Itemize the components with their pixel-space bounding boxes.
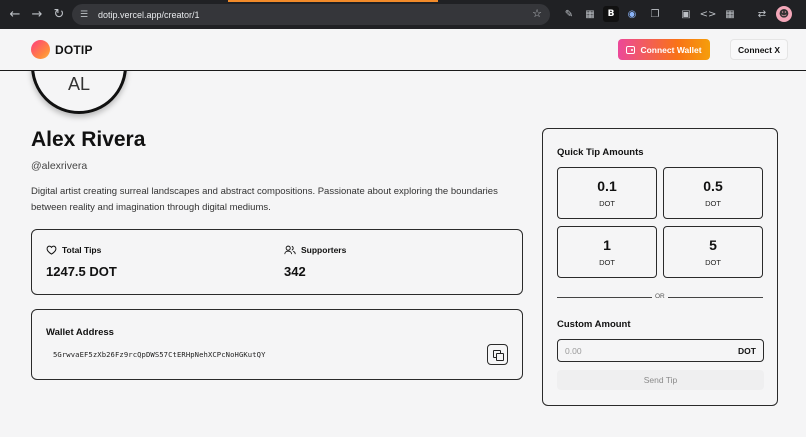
- connect-wallet-label: Connect Wallet: [640, 44, 702, 55]
- translate-icon[interactable]: ▣: [678, 6, 694, 22]
- reload-icon[interactable]: ↻: [50, 6, 68, 24]
- supporters-label: Supporters: [301, 245, 347, 255]
- send-tip-button[interactable]: Send Tip: [557, 370, 764, 390]
- wallet-card: Wallet Address 5GrwvaEF5zXb26Fz9rcQpDWS5…: [31, 309, 523, 380]
- tip-amount-button[interactable]: 0.1 DOT: [557, 167, 657, 219]
- code-icon[interactable]: <>: [700, 6, 717, 22]
- back-arrow-icon[interactable]: ←: [6, 6, 24, 24]
- logo-icon: [31, 40, 50, 59]
- copy-icon: [492, 349, 504, 361]
- bookmark-star-icon[interactable]: ☆: [532, 7, 542, 20]
- wallet-title: Wallet Address: [46, 327, 114, 338]
- wallet-address: 5GrwvaEF5zXb26Fz9rcQpDWS57CtERHpNehXCPcN…: [53, 350, 266, 359]
- address-bar[interactable]: ☰ dotip.vercel.app/creator/1 ☆: [72, 4, 550, 25]
- copy-address-button[interactable]: [487, 344, 508, 365]
- creator-bio: Digital artist creating surreal landscap…: [31, 186, 498, 213]
- app-header: DOTIP Connect Wallet Connect X: [0, 29, 806, 71]
- heart-icon: [46, 245, 57, 255]
- creator-handle: @alexrivera: [31, 160, 88, 172]
- tip-amount-value: 0.1: [597, 177, 617, 194]
- avatar: AL: [31, 71, 127, 114]
- forward-arrow-icon[interactable]: →: [28, 6, 46, 24]
- tip-amount-unit: DOT: [705, 257, 721, 267]
- custom-amount-title: Custom Amount: [557, 319, 631, 330]
- total-tips-label-row: Total Tips: [46, 245, 101, 255]
- logo-text[interactable]: DOTIP: [55, 43, 93, 57]
- creator-name: Alex Rivera: [31, 128, 146, 151]
- document-extension-icon[interactable]: ▦: [582, 6, 598, 22]
- tip-panel: Quick Tip Amounts 0.1 DOT 0.5 DOT 1 DOT …: [542, 128, 778, 406]
- grid-icon[interactable]: ▦: [722, 6, 738, 22]
- avatar-initials: AL: [67, 74, 91, 94]
- users-icon: [284, 245, 296, 255]
- tip-amount-button[interactable]: 1 DOT: [557, 226, 657, 278]
- tip-amount-unit: DOT: [705, 198, 721, 208]
- tip-amount-unit: DOT: [599, 257, 615, 267]
- quick-tip-title: Quick Tip Amounts: [557, 147, 644, 158]
- puzzle-extensions-icon[interactable]: ❐: [647, 6, 663, 22]
- supporters-label-row: Supporters: [284, 245, 346, 255]
- pen-extension-icon[interactable]: ✎: [561, 6, 577, 22]
- total-tips-label: Total Tips: [62, 245, 102, 255]
- site-settings-icon[interactable]: ☰: [80, 10, 92, 20]
- nav-buttons: ← → ↻: [6, 6, 68, 24]
- sync-icon[interactable]: ⇄: [754, 6, 770, 22]
- custom-amount-field[interactable]: DOT: [557, 339, 764, 362]
- stats-card: Total Tips 1247.5 DOT Supporters 342: [31, 229, 523, 295]
- tip-amount-value: 1: [603, 236, 611, 253]
- avatar-container: AL: [0, 71, 200, 131]
- tip-amount-value: 5: [709, 236, 717, 253]
- browser-toolbar: ← → ↻ ☰ dotip.vercel.app/creator/1 ☆ ✎ ▦…: [0, 0, 806, 29]
- tip-amount-button[interactable]: 5 DOT: [663, 226, 763, 278]
- b-extension-icon[interactable]: B: [603, 6, 619, 22]
- profile-avatar-icon[interactable]: ☻: [776, 6, 792, 22]
- connect-x-button[interactable]: Connect X: [730, 39, 788, 60]
- total-tips-value: 1247.5 DOT: [46, 264, 117, 279]
- connect-wallet-button[interactable]: Connect Wallet: [618, 39, 710, 60]
- circle-extension-icon[interactable]: ◉: [624, 6, 640, 22]
- url-text[interactable]: dotip.vercel.app/creator/1: [98, 10, 200, 20]
- active-tab-indicator: [228, 0, 438, 2]
- tip-amount-value: 0.5: [703, 177, 723, 194]
- custom-amount-input[interactable]: [565, 345, 715, 356]
- wallet-icon: [626, 45, 636, 54]
- or-text: OR: [652, 293, 668, 300]
- custom-amount-unit: DOT: [738, 346, 756, 356]
- tip-amount-unit: DOT: [599, 198, 615, 208]
- tip-amount-button[interactable]: 0.5 DOT: [663, 167, 763, 219]
- supporters-value: 342: [284, 264, 306, 279]
